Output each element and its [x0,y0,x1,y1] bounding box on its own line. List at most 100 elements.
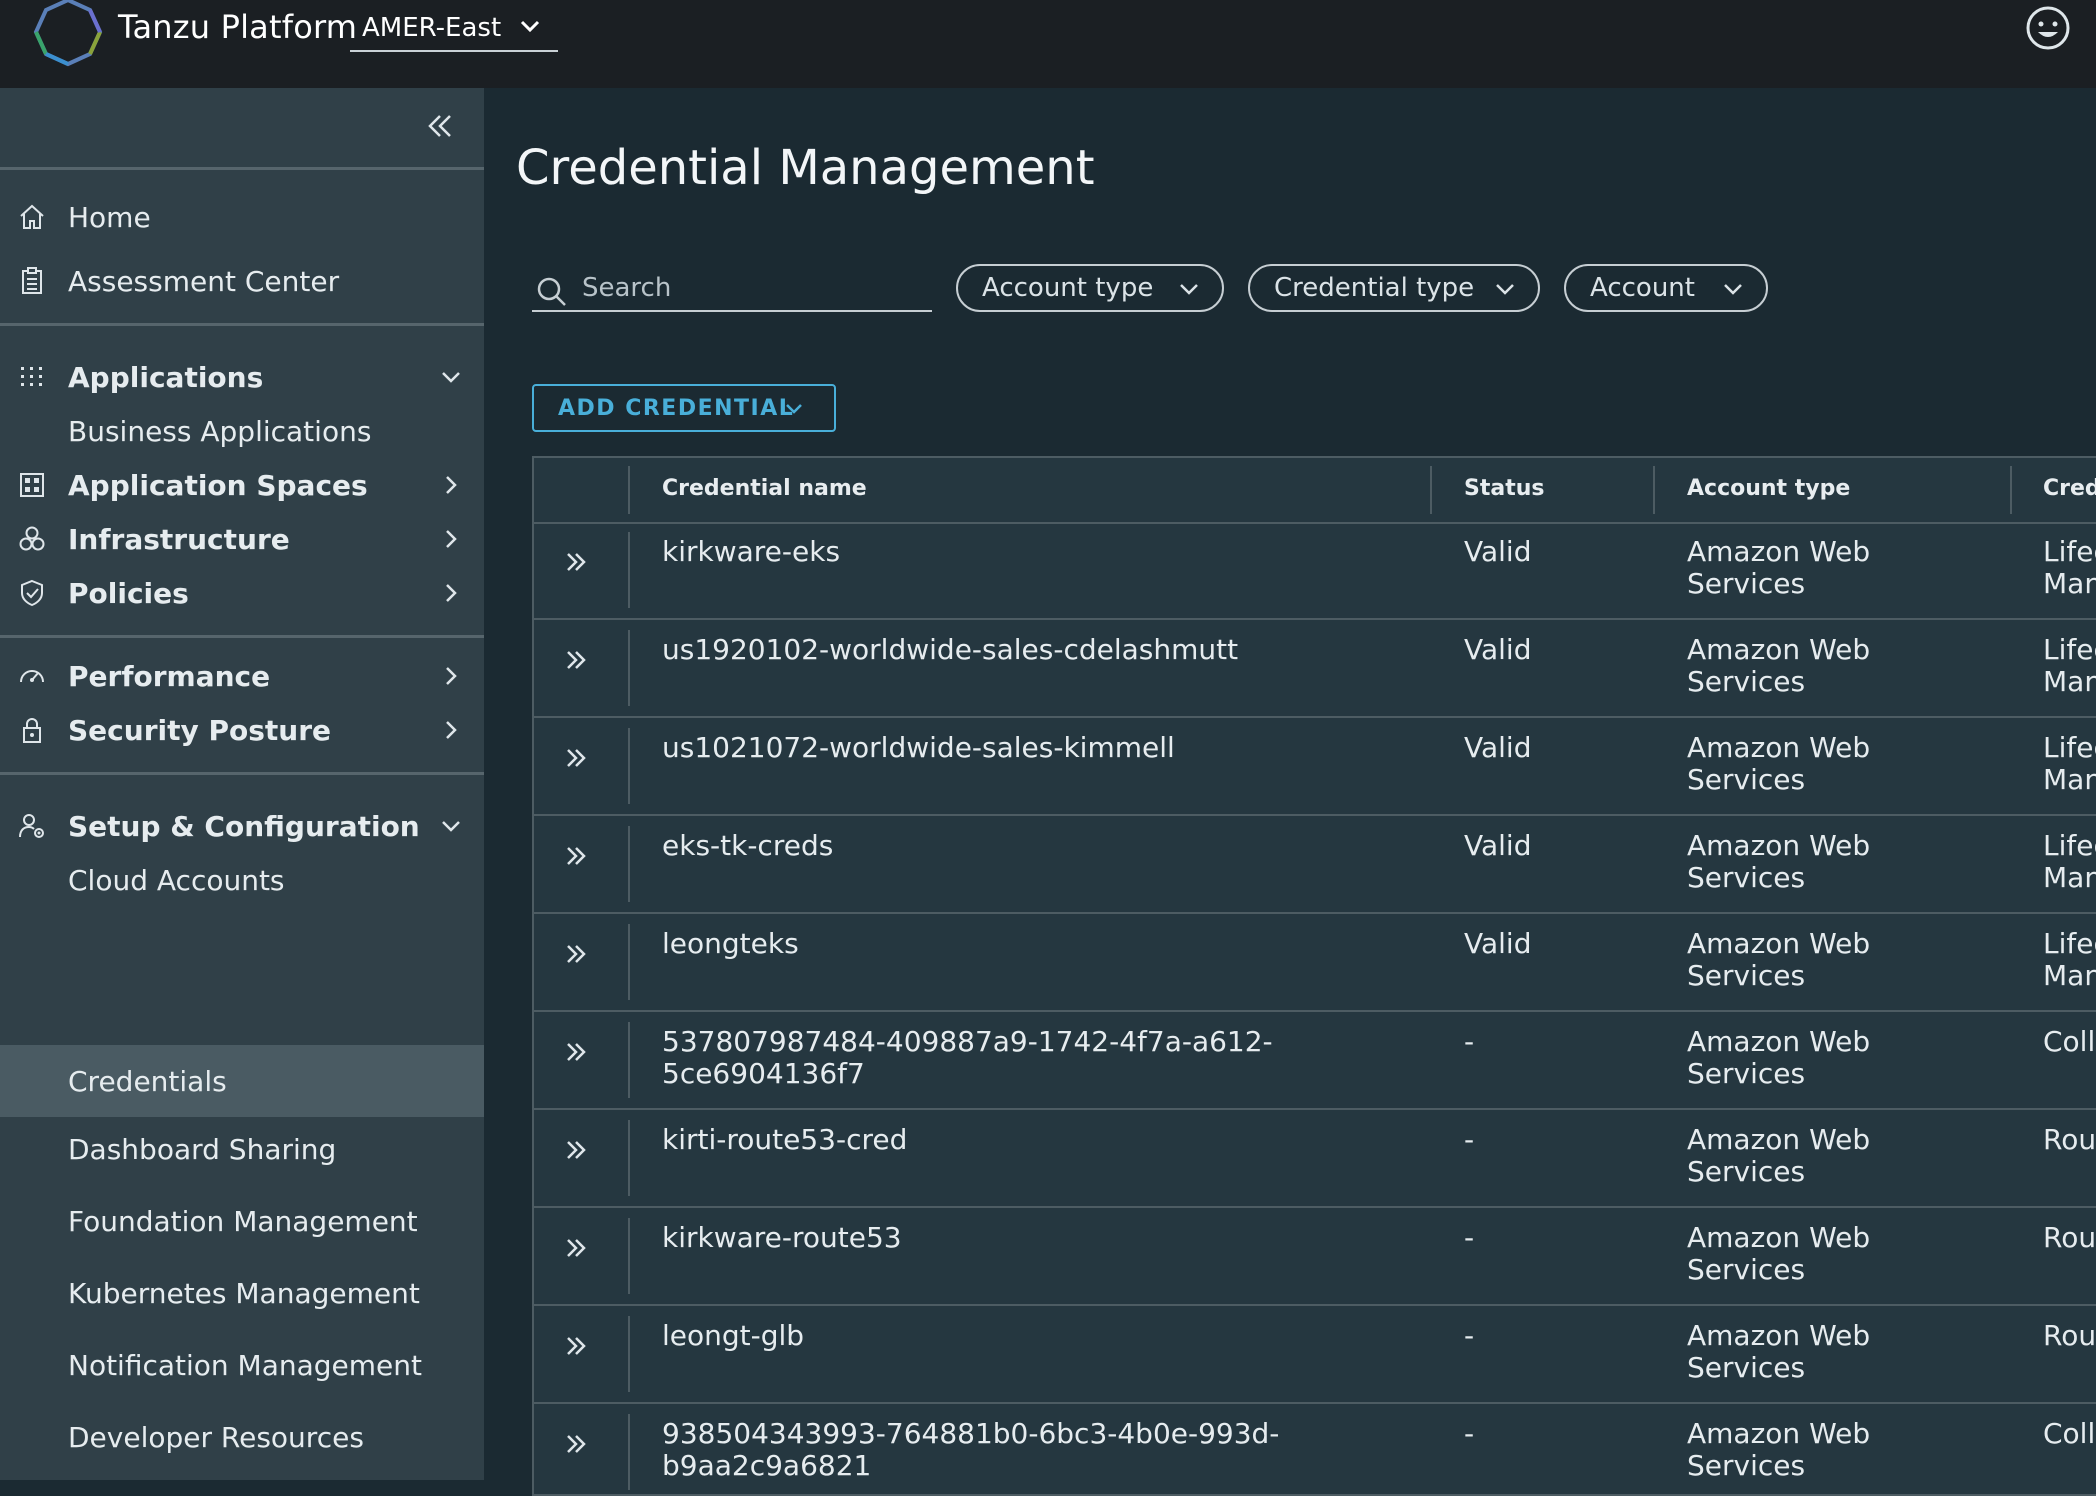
sidebar-item-kubernetes-management[interactable]: Kubernetes Management [0,1261,484,1325]
filter-label: Account type [982,273,1154,303]
sidebar-item-assessment-center[interactable]: Assessment Center [0,249,484,313]
row-separator [628,1414,630,1490]
credential-name-cell[interactable]: us1021072-worldwide-sales-kimmell [662,732,1282,764]
status-cell: Valid [1464,731,1532,764]
search-input[interactable] [580,266,924,310]
double-chevron-right-icon[interactable] [560,1036,592,1068]
table-row[interactable]: kirkware-eks Valid Amazon Web Services Life… [534,522,2096,620]
credential-name-cell[interactable]: leongt-glb [662,1320,1282,1352]
table-row[interactable]: leongt-glb - Amazon Web Services Rou [534,1306,2096,1404]
sidebar-item-label: Policies [68,576,189,610]
double-chevron-right-icon[interactable] [560,1428,592,1460]
sidebar-item-label: Home [68,200,151,234]
sidebar-item-label: Developer Resources [68,1420,364,1454]
table-header: Credential name Status Account type Cred [534,458,2096,524]
sidebar-item-label: Kubernetes Management [68,1276,420,1310]
clipboard-icon [22,267,42,294]
row-separator [628,1120,630,1196]
table-row[interactable]: us1920102-worldwide-sales-cdelashmutt Val… [534,620,2096,718]
status-cell: - [1464,1123,1475,1156]
add-credential-button[interactable]: ADD CREDENTIAL [532,384,836,432]
chevron-down-icon [1180,284,1198,295]
row-separator [628,924,630,1000]
sidebar-divider [0,772,484,775]
column-separator[interactable] [1430,466,1432,514]
account-type-cell: Amazon Web Services [1687,1123,1871,1188]
account-type-cell: Amazon Web Services [1687,1025,1871,1090]
credential-type-cell: Rou [2043,1123,2096,1156]
column-header-account-type[interactable]: Account type [1687,476,1850,501]
credential-name-cell[interactable]: kirkware-route53 [662,1222,1282,1254]
filter-account[interactable]: Account [1564,264,1768,312]
double-chevron-right-icon[interactable] [560,742,592,774]
sidebar-item-dashboard-sharing[interactable]: Dashboard Sharing [0,1117,484,1181]
double-chevron-right-icon[interactable] [560,1134,592,1166]
table-row[interactable]: kirkware-route53 - Amazon Web Services Rou [534,1208,2096,1306]
table-row[interactable]: 938504343993-764881b0-6bc3-4b0e-993d-b9a… [534,1404,2096,1494]
credential-name-cell[interactable]: us1920102-worldwide-sales-cdelashmutt [662,634,1282,666]
credential-name-cell[interactable]: 938504343993-764881b0-6bc3-4b0e-993d-b9a… [662,1418,1282,1482]
double-chevron-right-icon[interactable] [560,644,592,676]
search-icon [537,277,566,306]
column-header-credential-type[interactable]: Cred [2043,476,2096,501]
sidebar-item-home[interactable]: Home [0,185,484,249]
sidebar-item-credentials[interactable]: Credentials [0,1045,484,1117]
double-chevron-left-icon[interactable] [420,106,460,146]
user-smiley-icon[interactable] [2024,4,2072,52]
table-row[interactable]: leongteks Valid Amazon Web Services Lifec M… [534,914,2096,1012]
home-icon [20,204,44,229]
chevron-down-icon [786,404,802,414]
account-type-cell: Amazon Web Services [1687,829,1871,894]
row-separator [628,1218,630,1294]
sidebar-item-label: Dashboard Sharing [68,1132,337,1166]
table-row[interactable]: kirti-route53-cred - Amazon Web Services Ro… [534,1110,2096,1208]
filter-account-type[interactable]: Account type [956,264,1224,312]
sidebar-item-label: Security Posture [68,713,332,747]
table-row[interactable]: 537807987484-409887a9-1742-4f7a-a612-5ce… [534,1012,2096,1110]
credential-name-cell[interactable]: eks-tk-creds [662,830,1282,862]
row-separator [628,532,630,608]
chevron-down-icon [1724,284,1742,295]
column-separator[interactable] [1653,466,1655,514]
credential-name-cell[interactable]: 537807987484-409887a9-1742-4f7a-a612-5ce… [662,1026,1282,1090]
credential-name-cell[interactable]: kirti-route53-cred [662,1124,1282,1156]
credential-type-cell: Lifec Man [2043,829,2096,894]
column-header-status[interactable]: Status [1464,476,1544,501]
double-chevron-right-icon[interactable] [560,938,592,970]
account-type-cell: Amazon Web Services [1687,1417,1871,1482]
sidebar-item-label: Infrastructure [68,522,290,556]
credential-name-cell[interactable]: kirkware-eks [662,536,1282,568]
sidebar-item-notification-management[interactable]: Notification Management [0,1333,484,1397]
double-chevron-right-icon[interactable] [560,1330,592,1362]
sidebar-item-security-posture[interactable]: Security Posture [0,698,484,762]
region-selector[interactable]: AMER-East [350,8,558,52]
credential-type-cell: Lifec Man [2043,927,2096,992]
sidebar-item-label: Assessment Center [68,264,340,298]
double-chevron-right-icon[interactable] [560,1232,592,1264]
filter-credential-type[interactable]: Credential type [1248,264,1540,312]
status-cell: - [1464,1025,1475,1058]
table-row[interactable]: us1021072-worldwide-sales-kimmell Valid Am… [534,718,2096,816]
status-cell: - [1464,1417,1475,1450]
credential-type-cell: Rou [2043,1319,2096,1352]
search-field[interactable] [532,266,932,312]
sidebar-item-cloud-accounts[interactable]: Cloud Accounts [0,848,484,912]
sidebar-divider [0,323,484,326]
account-type-cell: Amazon Web Services [1687,1221,1871,1286]
sidebar-item-developer-resources[interactable]: Developer Resources [0,1405,484,1469]
sidebar-item-policies[interactable]: Policies [0,561,484,625]
tanzu-logo-icon[interactable] [28,0,108,68]
double-chevron-right-icon[interactable] [560,840,592,872]
double-chevron-right-icon[interactable] [560,546,592,578]
page-title: Credential Management [516,140,1095,197]
region-value: AMER-East [362,13,502,43]
column-separator[interactable] [2010,466,2012,514]
sidebar-item-foundation-management[interactable]: Foundation Management [0,1189,484,1253]
table-row[interactable]: eks-tk-creds Valid Amazon Web Services Life… [534,816,2096,914]
chevron-right-icon [446,476,457,494]
sidebar-item-label: Application Spaces [68,468,368,502]
column-header-credential-name[interactable]: Credential name [662,476,867,501]
credential-name-cell[interactable]: leongteks [662,928,1282,960]
row-separator [628,1022,630,1098]
sidebar-item-label: Foundation Management [68,1204,418,1238]
